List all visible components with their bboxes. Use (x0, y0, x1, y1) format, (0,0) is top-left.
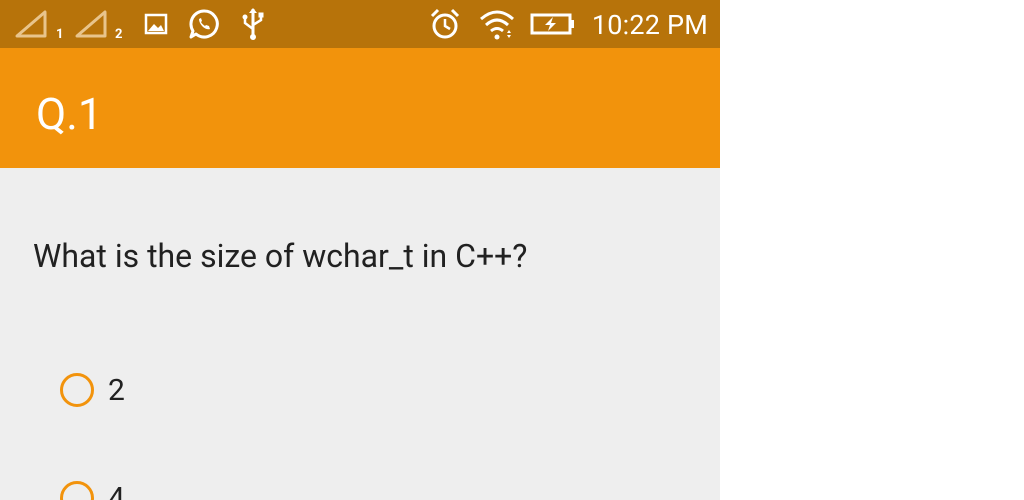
option-label: 2 (108, 372, 125, 408)
phone-screen: 1 2 10:22 PM Q.1 What is the size of wch… (0, 0, 720, 500)
alarm-icon (428, 0, 462, 48)
app-bar: Q.1 (0, 48, 720, 168)
option-4[interactable]: 4 (60, 478, 125, 500)
status-clock: 10:22 PM (591, 9, 708, 41)
page-title: Q.1 (36, 88, 103, 140)
radio-button[interactable] (60, 481, 94, 500)
option-label: 4 (108, 480, 125, 500)
question-text: What is the size of wchar_t in C++? (33, 237, 528, 275)
signal-sim1-icon (14, 0, 48, 48)
gallery-notification-icon (144, 0, 168, 48)
sim1-label: 1 (56, 27, 64, 42)
battery-charging-icon (530, 0, 576, 48)
signal-sim2-icon (74, 0, 108, 48)
status-bar: 1 2 10:22 PM (0, 0, 720, 48)
usb-icon (240, 0, 266, 48)
whatsapp-icon (188, 0, 220, 48)
radio-button[interactable] (60, 373, 94, 407)
wifi-icon (478, 0, 516, 48)
option-2[interactable]: 2 (60, 370, 125, 410)
sim2-label: 2 (115, 27, 123, 42)
